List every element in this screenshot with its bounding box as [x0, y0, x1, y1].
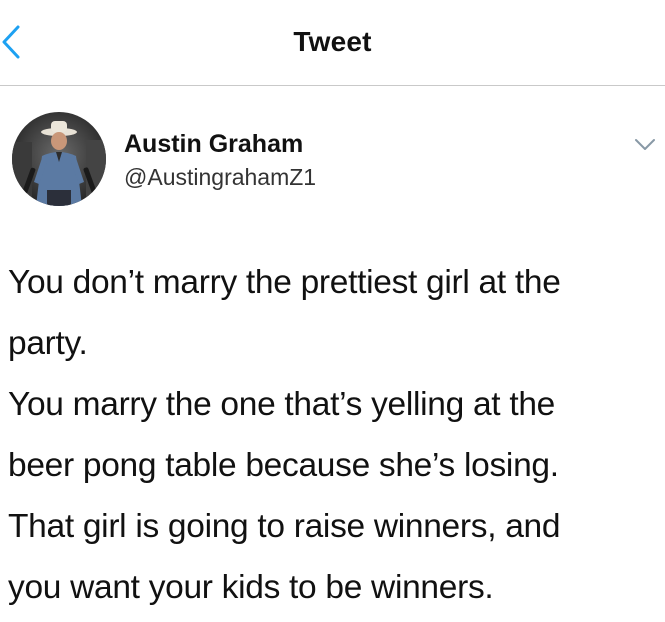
tweet-text-line: You marry the one that’s yelling at the: [8, 386, 555, 423]
tweet-text-line: you want your kids to be winners.: [8, 569, 494, 606]
tweet-header: Austin Graham @AustingrahamZ1: [0, 86, 665, 226]
page-title: Tweet: [293, 26, 372, 57]
chevron-down-icon: [635, 139, 655, 150]
tweet-text-line: That girl is going to raise winners, and: [8, 508, 561, 545]
tweet-text-line: beer pong table because she’s losing.: [8, 447, 559, 484]
author-handle[interactable]: @AustingrahamZ1: [124, 164, 316, 191]
tweet-text: You don’t marry the prettiest girl at th…: [8, 252, 656, 618]
author-display-name[interactable]: Austin Graham: [124, 130, 303, 159]
tweet-text-line: You don’t marry the prettiest girl at th…: [8, 264, 561, 301]
profile-photo: [12, 112, 106, 206]
tweet-text-line: party.: [8, 325, 88, 362]
avatar[interactable]: [12, 112, 106, 206]
nav-bar: Tweet: [0, 0, 665, 86]
tweet-menu-button[interactable]: [631, 132, 659, 156]
